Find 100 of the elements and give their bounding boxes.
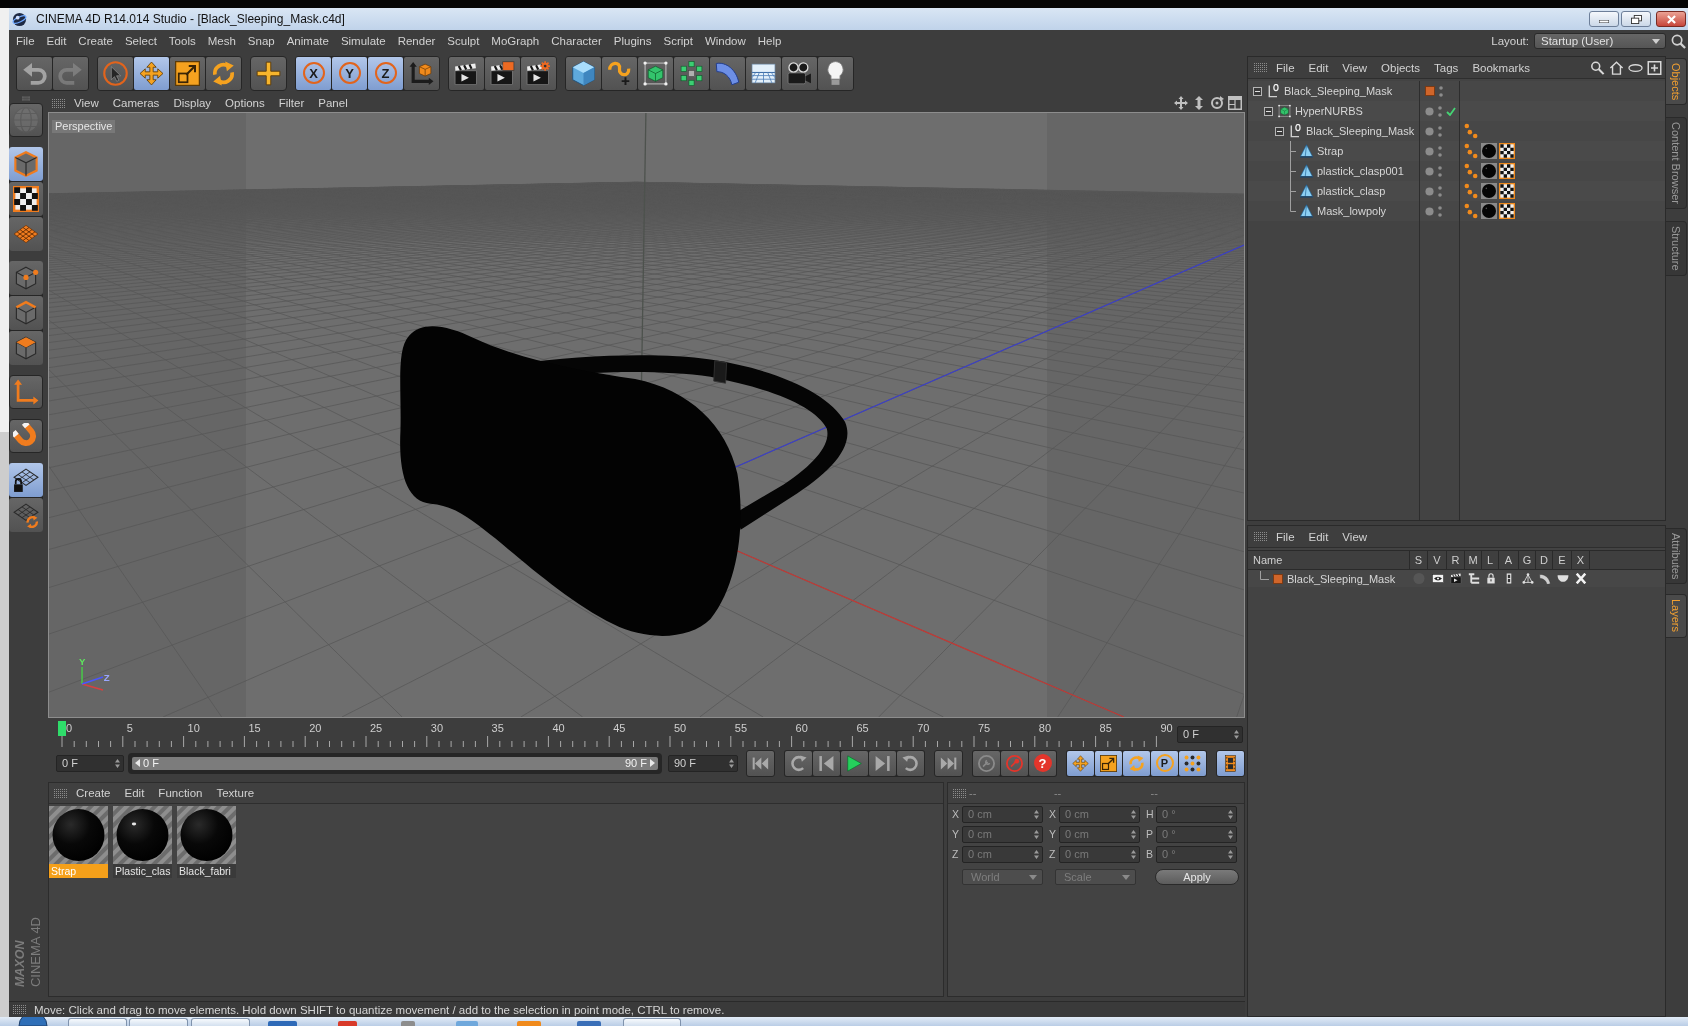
visibility-dot-icon[interactable] (1425, 206, 1434, 216)
menu-item[interactable]: File (10, 33, 41, 49)
taskbar-button[interactable] (68, 1018, 127, 1026)
toolbar-button[interactable] (250, 55, 287, 91)
menu-item[interactable]: Edit (1301, 529, 1336, 544)
checker-tag-icon[interactable] (1499, 163, 1515, 179)
checker-tag-icon[interactable] (1499, 183, 1515, 199)
spinner-icon[interactable] (115, 758, 120, 768)
menu-item[interactable]: Help (751, 33, 788, 49)
layer-color-icon[interactable] (1273, 573, 1283, 584)
toolbar-button[interactable] (746, 56, 781, 90)
side-tab[interactable]: Attributes (1666, 528, 1687, 585)
toolbar-button[interactable]: X (296, 56, 331, 90)
grip-icon[interactable] (953, 788, 966, 798)
column-header[interactable]: X (1572, 551, 1590, 569)
menu-item[interactable]: MoGraph (485, 33, 546, 49)
column-header[interactable]: L (1482, 551, 1499, 569)
playback-button[interactable] (973, 750, 1000, 776)
playback-button[interactable] (1067, 750, 1094, 776)
toolbar-button[interactable] (602, 56, 637, 90)
check-icon[interactable] (1446, 106, 1456, 116)
toolbar-button[interactable]: Z (368, 56, 403, 90)
menu-item[interactable]: Panel (311, 96, 355, 110)
material-thumbnail[interactable]: Plastic_clas (113, 806, 172, 878)
start-orb-icon[interactable] (18, 1017, 48, 1026)
menu-item[interactable]: Edit (40, 33, 73, 49)
toolbar-button[interactable] (521, 56, 556, 90)
menu-item[interactable]: Render (391, 33, 442, 49)
menu-item[interactable]: View (67, 96, 106, 110)
checker-tag-icon[interactable] (1499, 143, 1515, 159)
playback-button[interactable] (813, 750, 840, 776)
object-row[interactable]: plastick_clasp (1248, 181, 1665, 201)
material-sphere-icon[interactable] (1481, 183, 1497, 199)
grip-icon[interactable] (52, 98, 65, 108)
status-dots-icon[interactable] (1439, 85, 1443, 97)
viewport[interactable]: Perspective Y Z (48, 112, 1245, 718)
taskbar-button[interactable] (191, 1018, 250, 1026)
playback-button[interactable] (1216, 749, 1245, 777)
playback-button[interactable] (841, 750, 868, 776)
right-arrow-icon[interactable] (650, 759, 655, 767)
playback-button[interactable] (897, 750, 924, 776)
menu-item[interactable]: Plugins (607, 33, 658, 49)
tool-button[interactable] (9, 147, 43, 181)
menu-item[interactable]: Objects (1374, 60, 1428, 75)
playback-button[interactable] (785, 750, 812, 776)
taskbar-button[interactable] (129, 1018, 188, 1026)
status-dots-icon[interactable] (1438, 205, 1442, 217)
close-button[interactable] (1656, 11, 1686, 27)
toolbar-button[interactable] (404, 56, 439, 90)
timeline-ruler[interactable]: 0 5 10 15 20 25 30 35 40 45 50 55 60 65 70 75 80 85 90 (58, 721, 1173, 748)
layout-dropdown[interactable]: Startup (User) (1534, 33, 1666, 49)
cross-icon[interactable] (1575, 573, 1587, 584)
grip-icon[interactable] (54, 788, 67, 798)
menu-item[interactable]: Filter (271, 96, 312, 110)
phong-dots-icon[interactable] (1463, 163, 1479, 179)
object-row[interactable]: Mask_lowpoly (1248, 201, 1665, 221)
phong-dots-icon[interactable] (1463, 123, 1479, 139)
column-header[interactable]: V (1428, 551, 1447, 569)
visibility-dot-icon[interactable] (1425, 106, 1434, 116)
playback-button[interactable] (1095, 750, 1122, 776)
menu-item[interactable]: Select (118, 33, 163, 49)
column-header[interactable]: Name (1248, 551, 1410, 569)
lock-icon[interactable] (1484, 573, 1497, 584)
column-header[interactable]: S (1410, 551, 1428, 569)
menu-item[interactable]: Display (166, 96, 219, 110)
start-frame-field[interactable]: 0 F (56, 754, 124, 772)
menu-item[interactable]: File (1269, 529, 1302, 544)
menu-item[interactable]: Sculpt (441, 33, 486, 49)
menu-item[interactable]: Character (545, 33, 608, 49)
minimize-button[interactable] (1589, 11, 1619, 27)
status-dots-icon[interactable] (1438, 185, 1442, 197)
toolbar-button[interactable] (638, 56, 673, 90)
visibility-dot-icon[interactable] (1425, 146, 1434, 156)
menu-item[interactable]: Mesh (201, 33, 242, 49)
playback-button[interactable]: ? (1029, 750, 1056, 776)
phong-dots-icon[interactable] (1463, 183, 1479, 199)
spinner-icon[interactable] (729, 758, 734, 768)
playback-button[interactable] (1123, 750, 1150, 776)
menu-item[interactable]: Edit (117, 786, 152, 800)
object-row[interactable]: plastick_clasp001 (1248, 161, 1665, 181)
collapse-icon[interactable] (1264, 106, 1273, 116)
rotate-icon[interactable] (1210, 96, 1224, 110)
column-header[interactable]: M (1465, 551, 1482, 569)
tool-button[interactable] (9, 182, 43, 216)
checker-tag-icon[interactable] (1499, 203, 1515, 219)
taskbar-button[interactable] (623, 1018, 681, 1026)
toolbar-button[interactable] (782, 56, 817, 90)
cup-icon[interactable] (1556, 573, 1569, 584)
menu-item[interactable]: View (1335, 529, 1375, 544)
phong-dots-icon[interactable] (1463, 143, 1479, 159)
visibility-dot-icon[interactable] (1425, 126, 1434, 136)
restore-button[interactable] (1621, 11, 1651, 27)
material-thumbnail[interactable]: Black_fabri (177, 806, 236, 878)
toolbar-button[interactable] (674, 56, 709, 90)
column-header[interactable]: A (1499, 551, 1519, 569)
collapse-icon[interactable] (1253, 86, 1262, 96)
bent-shape-icon[interactable] (1538, 573, 1551, 584)
menu-item[interactable]: Simulate (334, 33, 392, 49)
toolbar-button[interactable] (566, 56, 601, 90)
column-header[interactable]: D (1536, 551, 1553, 569)
